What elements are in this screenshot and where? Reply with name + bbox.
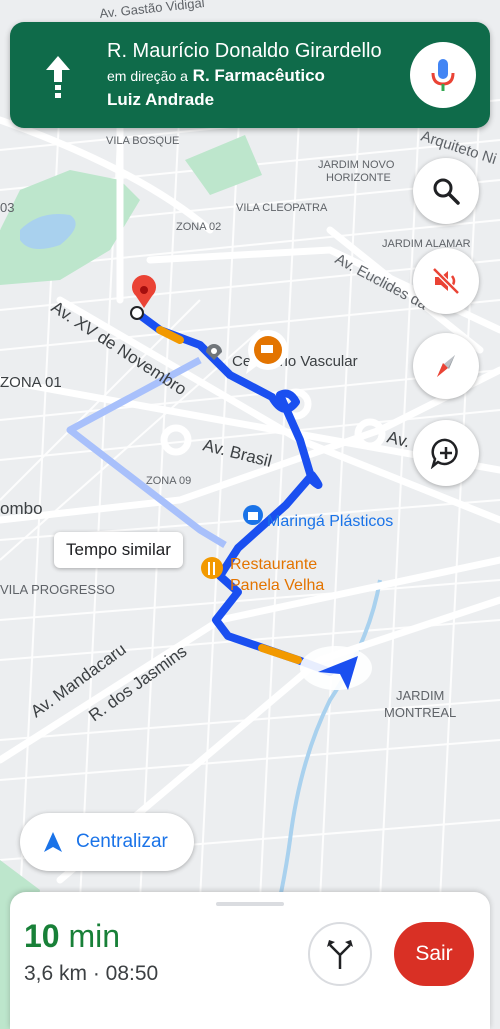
- instruction-text: R. Maurício Donaldo Girardello em direçã…: [107, 38, 407, 112]
- navigation-arrow-small-icon: [44, 832, 62, 852]
- area-label-vila-progresso: VILA PROGRESSO: [0, 582, 115, 597]
- eta-unit: min: [68, 918, 121, 954]
- alternate-routes-icon: [327, 940, 353, 969]
- road-label-03: 03: [0, 200, 14, 215]
- area-label-jardim-alamar: JARDIM ALAMAR: [382, 238, 471, 250]
- recenter-label: Centralizar: [76, 831, 168, 852]
- trip-summary-sheet[interactable]: 10 min 3,6 km · 08:50 Sair: [10, 892, 490, 1029]
- toward-street-1: R. Farmacêutico: [192, 66, 325, 85]
- eta-details: 3,6 km · 08:50: [24, 962, 159, 985]
- compass-button[interactable]: [413, 333, 479, 399]
- eta-minutes: 10: [24, 918, 60, 954]
- area-label-jardim: JARDIM: [396, 688, 444, 703]
- toward-street-2: Luiz Andrade: [107, 90, 215, 109]
- destination-dot: [130, 306, 144, 320]
- sheet-handle[interactable]: [216, 902, 284, 906]
- area-label-jardim-novo: JARDIM NOVO: [318, 159, 395, 171]
- map-canvas[interactable]: Av. Gastão Vidigal VILA BOSQUE JARDIM NO…: [0, 0, 500, 1029]
- restaurant-icon[interactable]: [201, 557, 223, 579]
- alternate-route-tooltip[interactable]: Tempo similar: [54, 532, 183, 568]
- tooltip-label: Tempo similar: [66, 540, 171, 559]
- area-label-horizonte: HORIZONTE: [326, 172, 391, 184]
- exit-navigation-button[interactable]: Sair: [394, 922, 474, 986]
- search-icon: [433, 178, 460, 205]
- search-button[interactable]: [413, 158, 479, 224]
- microphone-icon: [431, 59, 455, 91]
- recenter-button[interactable]: Centralizar: [20, 813, 194, 871]
- mute-button[interactable]: [413, 248, 479, 314]
- road-label-ombo: ombo: [0, 499, 43, 518]
- toward-prefix: em direção a: [107, 68, 188, 84]
- compass-icon: [437, 355, 455, 377]
- area-label-zona02: ZONA 02: [176, 221, 221, 233]
- area-label-montreal: MONTREAL: [384, 705, 456, 720]
- area-label-zona09: ZONA 09: [146, 475, 191, 487]
- area-label-zona01: ZONA 01: [0, 374, 62, 391]
- area-label-vila-cleopatra: VILA CLEOPATRA: [236, 202, 328, 214]
- area-label-vila-bosque: VILA BOSQUE: [106, 135, 179, 147]
- navigation-banner[interactable]: R. Maurício Donaldo Girardello em direçã…: [10, 22, 490, 128]
- toward-line-1: em direção a R. Farmacêutico: [107, 64, 407, 88]
- arrow-up-icon: [46, 56, 70, 98]
- alternate-routes-button[interactable]: [308, 922, 372, 986]
- poi-label-restaurante: Restaurante: [230, 556, 317, 573]
- poi-label-maringa: Maringá Plásticos: [267, 513, 393, 530]
- current-street: R. Maurício Donaldo Girardello: [107, 40, 382, 62]
- eta-duration: 10 min: [24, 918, 120, 955]
- voice-search-button[interactable]: [410, 42, 476, 108]
- add-report-icon: [430, 438, 458, 469]
- poi-label-panela-velha: Panela Velha: [230, 577, 324, 594]
- add-report-button[interactable]: [413, 420, 479, 486]
- sound-off-icon: [432, 267, 460, 295]
